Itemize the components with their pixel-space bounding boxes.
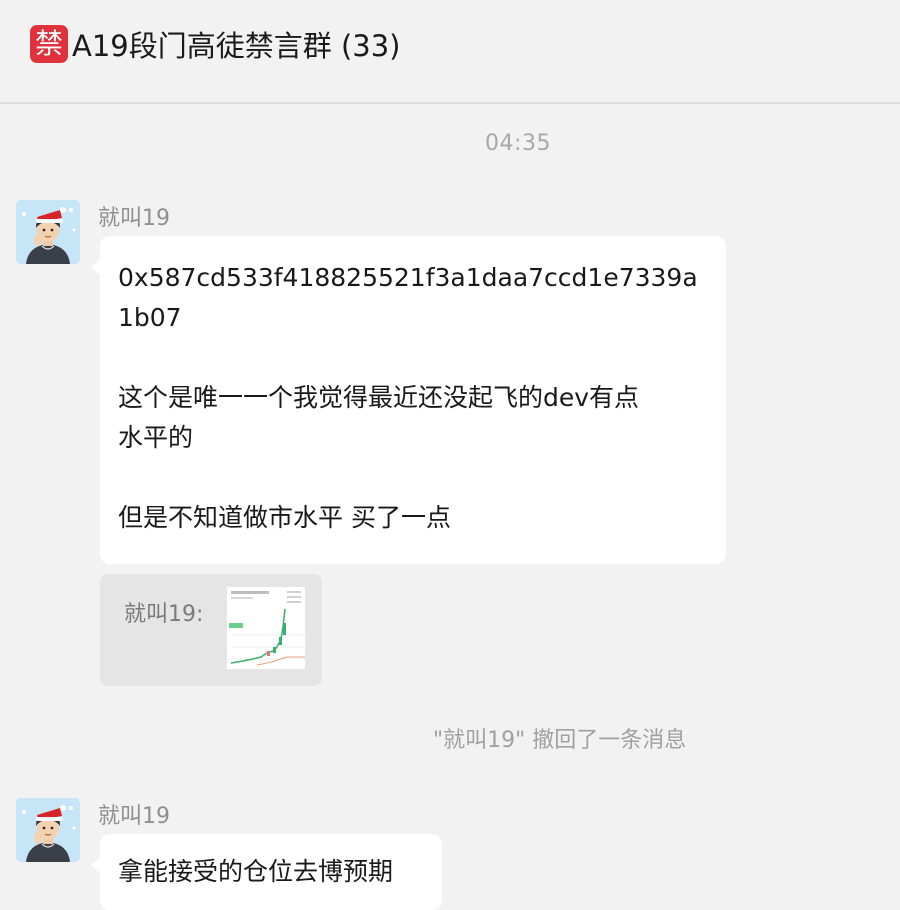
sender-name: 就叫19 [98, 206, 170, 231]
ban-emoji-icon: 禁 [30, 25, 68, 63]
chart-thumbnail-icon [227, 587, 305, 669]
message-bubble[interactable]: 拿能接受的仓位去博预期 [91, 834, 442, 910]
sender-name: 就叫19 [98, 804, 170, 829]
chat-title[interactable]: 禁 A19段门高徒禁言群 (33) [30, 24, 401, 64]
message-text-line: 水平的 [118, 423, 194, 452]
sender-avatar[interactable] [16, 798, 80, 862]
sender-avatar[interactable] [16, 200, 80, 264]
quoted-image-thumbnail[interactable] [226, 586, 306, 670]
cartoon-avatar-icon [16, 798, 80, 862]
message-text-line: 1b07 [118, 303, 182, 332]
recall-notice: "就叫19" 撤回了一条消息 [433, 728, 687, 753]
quoted-message[interactable]: 就叫19: [100, 574, 322, 686]
message-text-line: 但是不知道做市水平 买了一点 [118, 503, 451, 532]
message-text: 拿能接受的仓位去博预期 [118, 857, 394, 886]
message-timestamp: 04:35 [485, 131, 551, 156]
chat-title-text: A19段门高徒禁言群 (33) [72, 29, 401, 63]
chat-header: 禁 A19段门高徒禁言群 (33) [0, 0, 900, 104]
message-text-line: 这个是唯一一个我觉得最近还没起飞的dev有点 [118, 383, 640, 412]
quoted-sender-name: 就叫19: [124, 602, 204, 627]
message-text-line: 0x587cd533f418825521f3a1daa7ccd1e7339a [118, 263, 698, 292]
message-bubble[interactable]: 0x587cd533f418825521f3a1daa7ccd1e7339a 1… [91, 236, 726, 564]
cartoon-avatar-icon [16, 200, 80, 264]
